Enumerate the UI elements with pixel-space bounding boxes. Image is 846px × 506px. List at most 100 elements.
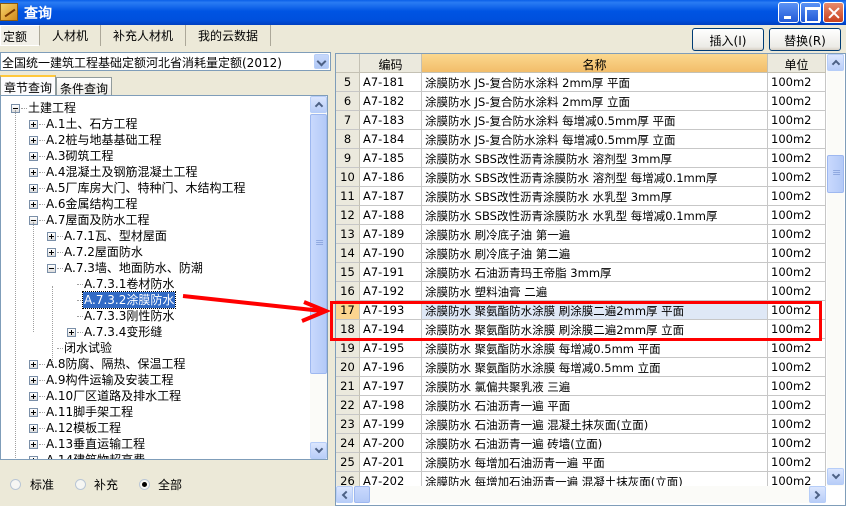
- tree-item[interactable]: A.7.2屋面防水: [1, 244, 306, 260]
- table-row[interactable]: 23 A7-199 涂膜防水 石油沥青一遍 混凝土抹灰面(立面) 100m2: [336, 415, 826, 434]
- tab-labor-material-machine[interactable]: 人材机: [40, 25, 102, 46]
- expand-plus-icon[interactable]: [29, 360, 38, 369]
- horizontal-scroll-thumb[interactable]: [354, 486, 370, 503]
- cell-code: A7-181: [360, 73, 422, 92]
- table-row[interactable]: 9 A7-185 涂膜防水 SBS改性沥青涂膜防水 溶剂型 3mm厚 100m2: [336, 149, 826, 168]
- tree-item[interactable]: A.4混凝土及钢筋混凝土工程: [1, 164, 306, 180]
- table-row[interactable]: 16 A7-192 涂膜防水 塑料油膏 二遍 100m2: [336, 282, 826, 301]
- table-row[interactable]: 13 A7-189 涂膜防水 刷冷底子油 第一遍 100m2: [336, 225, 826, 244]
- table-row[interactable]: 8 A7-184 涂膜防水 JS-复合防水涂料 每增减0.5mm厚 立面 100m2: [336, 130, 826, 149]
- table-row[interactable]: 14 A7-190 涂膜防水 刷冷底子油 第二遍 100m2: [336, 244, 826, 263]
- insert-button[interactable]: 插入(I): [692, 28, 764, 51]
- radio-all[interactable]: [139, 479, 150, 490]
- expand-plus-icon[interactable]: [29, 200, 38, 209]
- expand-plus-icon[interactable]: [29, 152, 38, 161]
- expand-plus-icon[interactable]: [29, 168, 38, 177]
- expand-plus-icon[interactable]: [29, 424, 38, 433]
- tree-item[interactable]: A.7.3.2涂膜防水: [1, 291, 306, 309]
- tree-vertical-scrollbar[interactable]: [310, 96, 327, 459]
- expand-plus-icon[interactable]: [29, 392, 38, 401]
- table-row[interactable]: 22 A7-198 涂膜防水 石油沥青一遍 平面 100m2: [336, 396, 826, 415]
- expand-plus-icon[interactable]: [47, 232, 56, 241]
- table-row[interactable]: 7 A7-183 涂膜防水 JS-复合防水涂料 每增减0.5mm厚 平面 100m2: [336, 111, 826, 130]
- tree-item[interactable]: A.3砌筑工程: [1, 148, 306, 164]
- tree-item[interactable]: A.14建筑物超高费: [1, 452, 306, 459]
- column-header-name[interactable]: 名称: [422, 54, 768, 73]
- tree-item[interactable]: A.12模板工程: [1, 420, 306, 436]
- row-index: 21: [336, 377, 360, 396]
- expand-plus-icon[interactable]: [29, 440, 38, 449]
- scroll-thumb[interactable]: [827, 155, 844, 193]
- table-row[interactable]: 5 A7-181 涂膜防水 JS-复合防水涂料 2mm厚 平面 100m2: [336, 73, 826, 92]
- tree-item[interactable]: A.2桩与地基基础工程: [1, 132, 306, 148]
- replace-button[interactable]: 替换(R): [769, 28, 841, 51]
- tree-item-label: A.10厂区道路及排水工程: [46, 389, 182, 403]
- column-header-code[interactable]: 编码: [360, 54, 422, 73]
- tree-item-label: A.7.3墙、地面防水、防潮: [64, 261, 203, 275]
- tree-item[interactable]: A.7.3墙、地面防水、防潮: [1, 260, 306, 276]
- cell-code: A7-198: [360, 396, 422, 415]
- expand-plus-icon[interactable]: [67, 328, 76, 337]
- tree-item[interactable]: 土建工程: [1, 100, 306, 116]
- tree-item[interactable]: A.7屋面及防水工程: [1, 212, 306, 228]
- table-vertical-scrollbar[interactable]: [827, 54, 844, 486]
- tree-item[interactable]: A.1土、石方工程: [1, 116, 306, 132]
- scroll-up-icon[interactable]: [827, 54, 844, 71]
- expand-plus-icon[interactable]: [29, 456, 38, 459]
- scroll-right-icon[interactable]: [809, 486, 826, 503]
- cell-code: A7-189: [360, 225, 422, 244]
- table-row[interactable]: 20 A7-196 涂膜防水 聚氨酯防水涂膜 每增减0.5mm 立面 100m2: [336, 358, 826, 377]
- tree-item[interactable]: A.9构件运输及安装工程: [1, 372, 306, 388]
- tab-condition-query[interactable]: 条件查询: [56, 77, 113, 96]
- minimize-button[interactable]: [778, 2, 799, 23]
- row-index: 15: [336, 263, 360, 282]
- expand-plus-icon[interactable]: [47, 248, 56, 257]
- expand-plus-icon[interactable]: [29, 376, 38, 385]
- tab-supplementary[interactable]: 补充人材机: [101, 25, 187, 46]
- tab-my-cloud-data[interactable]: 我的云数据: [186, 25, 272, 46]
- cell-unit: 100m2: [768, 453, 826, 472]
- radio-standard[interactable]: [10, 479, 21, 490]
- scroll-down-icon[interactable]: [310, 442, 327, 459]
- tree-item[interactable]: A.7.1瓦、型材屋面: [1, 228, 306, 244]
- table-row[interactable]: 12 A7-188 涂膜防水 SBS改性沥青涂膜防水 水乳型 每增减0.1mm厚 10…: [336, 206, 826, 225]
- scroll-thumb[interactable]: [310, 114, 327, 374]
- expand-plus-icon[interactable]: [29, 184, 38, 193]
- expand-plus-icon[interactable]: [29, 136, 38, 145]
- tree-item[interactable]: A.13垂直运输工程: [1, 436, 306, 452]
- app-icon: [0, 3, 18, 21]
- table-horizontal-scrollbar[interactable]: [336, 486, 826, 503]
- table-row[interactable]: 6 A7-182 涂膜防水 JS-复合防水涂料 2mm厚 立面 100m2: [336, 92, 826, 111]
- tree-item[interactable]: A.5厂库房大门、特种门、木结构工程: [1, 180, 306, 196]
- tree-item[interactable]: A.10厂区道路及排水工程: [1, 388, 306, 404]
- collapse-minus-icon[interactable]: [47, 264, 56, 273]
- quota-library-select[interactable]: 全国统一建筑工程基础定额河北省消耗量定额(2012): [0, 52, 331, 71]
- table-row[interactable]: 10 A7-186 涂膜防水 SBS改性沥青涂膜防水 溶剂型 每增减0.1mm厚 10…: [336, 168, 826, 187]
- tab-chapter-query[interactable]: 章节查询: [0, 75, 57, 96]
- tree-item[interactable]: 闭水试验: [1, 340, 306, 356]
- tree-item[interactable]: A.8防腐、隔热、保温工程: [1, 356, 306, 372]
- maximize-button[interactable]: [800, 2, 821, 23]
- scroll-left-icon[interactable]: [336, 486, 353, 503]
- column-header-unit[interactable]: 单位: [768, 54, 826, 73]
- table-row[interactable]: 19 A7-195 涂膜防水 聚氨酯防水涂膜 每增减0.5mm 平面 100m2: [336, 339, 826, 358]
- table-row[interactable]: 11 A7-187 涂膜防水 SBS改性沥青涂膜防水 水乳型 3mm厚 100m2: [336, 187, 826, 206]
- tree-item[interactable]: A.7.3.3刚性防水: [1, 308, 306, 324]
- close-button[interactable]: [823, 2, 844, 23]
- expand-plus-icon[interactable]: [29, 408, 38, 417]
- radio-supplementary[interactable]: [75, 479, 86, 490]
- table-row[interactable]: 25 A7-201 涂膜防水 每增加石油沥青一遍 平面 100m2: [336, 453, 826, 472]
- table-row[interactable]: 15 A7-191 涂膜防水 石油沥青玛王帝脂 3mm厚 100m2: [336, 263, 826, 282]
- tree-item[interactable]: A.7.3.4变形缝: [1, 324, 306, 340]
- tree-item[interactable]: A.6金属结构工程: [1, 196, 306, 212]
- tree-item[interactable]: A.11脚手架工程: [1, 404, 306, 420]
- tab-quota[interactable]: 定额: [0, 25, 41, 46]
- row-index: 22: [336, 396, 360, 415]
- expand-plus-icon[interactable]: [29, 120, 38, 129]
- scroll-up-icon[interactable]: [310, 96, 327, 113]
- table-row[interactable]: 24 A7-200 涂膜防水 石油沥青一遍 砖墙(立面) 100m2: [336, 434, 826, 453]
- table-row[interactable]: 21 A7-197 涂膜防水 氯偏共聚乳液 三遍 100m2: [336, 377, 826, 396]
- scroll-down-icon[interactable]: [827, 468, 844, 485]
- chevron-down-icon[interactable]: [314, 54, 329, 69]
- tree-item[interactable]: A.7.3.1卷材防水: [1, 276, 306, 292]
